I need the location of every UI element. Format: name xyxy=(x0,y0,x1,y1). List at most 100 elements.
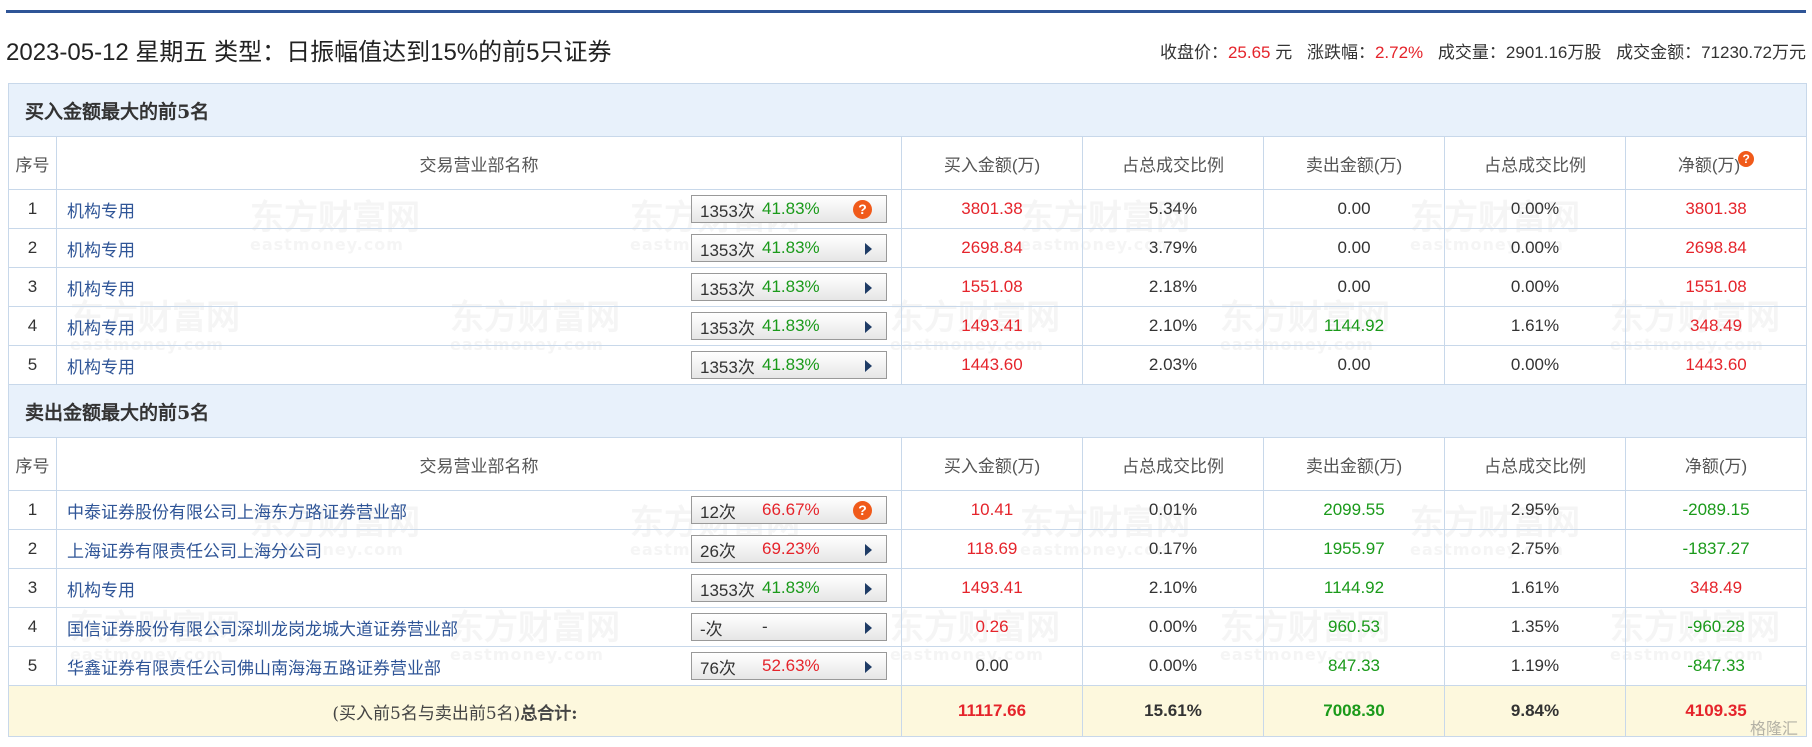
sell-ratio: 1.61% xyxy=(1444,306,1626,346)
broker-cell: 华鑫证券有限责任公司佛山南海海五路证券营业部 76次 52.63% xyxy=(56,646,902,686)
arrow-right-icon[interactable] xyxy=(865,583,872,595)
listing-count: 1353次 xyxy=(700,240,755,260)
column-header-row: 序号 交易营业部名称 买入金额(万) 占总成交比例 卖出金额(万) 占总成交比例 净额(万)… xyxy=(8,136,1808,190)
column-header: 序号 xyxy=(8,136,57,190)
sell-section-title: 卖出金额最大的前5名 xyxy=(7,384,1808,438)
arrow-right-icon[interactable] xyxy=(865,321,872,333)
sell-section-header-row: 卖出金额最大的前5名 xyxy=(7,384,1808,438)
broker-stats-button[interactable]: 1353次 41.83%? xyxy=(691,195,887,223)
win-rate: 41.83% xyxy=(762,578,820,597)
sell-amount: 0.00 xyxy=(1263,345,1445,385)
sell-ratio: 1.19% xyxy=(1444,646,1626,686)
sell-amount: 0.00 xyxy=(1263,267,1445,307)
total-sell-ratio: 9.84% xyxy=(1444,685,1626,737)
broker-stats-button[interactable]: 76次 52.63% xyxy=(691,652,887,680)
help-icon[interactable]: ? xyxy=(1738,150,1755,167)
broker-name-link[interactable]: 上海证券有限责任公司上海分公司 xyxy=(67,537,322,562)
win-rate: - xyxy=(762,617,768,636)
page-header: 2023-05-12 星期五 类型：日振幅值达到15%的前5只证券 收盘价：25… xyxy=(6,30,1806,66)
net-amount: -960.28 xyxy=(1624,607,1808,647)
broker-name-link[interactable]: 机构专用 xyxy=(67,197,135,222)
close-price-label: 收盘价： xyxy=(1159,43,1228,62)
help-icon[interactable]: ? xyxy=(853,200,872,219)
arrow-right-icon[interactable] xyxy=(865,622,872,634)
broker-cell: 机构专用 1353次 41.83% xyxy=(56,267,902,307)
total-buy: 11117.66 xyxy=(901,685,1083,737)
broker-name-link[interactable]: 机构专用 xyxy=(67,353,135,378)
buy-amount: 1443.60 xyxy=(901,345,1083,385)
arrow-right-icon[interactable] xyxy=(865,544,872,556)
net-amount: 1551.08 xyxy=(1624,267,1808,307)
broker-stats-button[interactable]: 1353次 41.83% xyxy=(691,312,887,340)
table-row: 4 国信证券股份有限公司深圳龙岗龙城大道证券营业部 -次 - 0.26 0.00% 960.… xyxy=(8,607,1808,647)
broker-stats-button[interactable]: 1353次 41.83% xyxy=(691,574,887,602)
listing-count: 1353次 xyxy=(700,318,755,338)
column-header: 占总成交比例 xyxy=(1444,437,1626,491)
broker-stats-button[interactable]: -次 - xyxy=(691,613,887,641)
arrow-right-icon[interactable] xyxy=(865,661,872,673)
buy-section-title: 买入金额最大的前5名 xyxy=(7,83,1808,137)
broker-name-link[interactable]: 机构专用 xyxy=(67,275,135,300)
broker-cell: 机构专用 1353次 41.83% xyxy=(56,345,902,385)
sell-ratio: 0.00% xyxy=(1444,228,1626,268)
win-rate: 66.67% xyxy=(762,500,820,519)
sell-ratio: 0.00% xyxy=(1444,267,1626,307)
table-row: 1 机构专用 1353次 41.83%? 3801.38 5.34% 0.00 0.00% 38… xyxy=(8,189,1808,229)
sell-amount: 1144.92 xyxy=(1263,306,1445,346)
buy-amount: 0.26 xyxy=(901,607,1083,647)
buy-section-header-row: 买入金额最大的前5名 xyxy=(7,83,1808,137)
net-amount: 3801.38 xyxy=(1624,189,1808,229)
buy-ratio: 0.17% xyxy=(1082,529,1264,569)
column-header: 卖出金额(万) xyxy=(1263,136,1445,190)
broker-cell: 机构专用 1353次 41.83% xyxy=(56,568,902,608)
net-amount: 1443.60 xyxy=(1624,345,1808,385)
net-amount: -2089.15 xyxy=(1624,490,1808,530)
sell-ratio: 2.75% xyxy=(1444,529,1626,569)
top-divider xyxy=(6,10,1806,13)
broker-stats-button[interactable]: 1353次 41.83% xyxy=(691,273,887,301)
table-row: 3 机构专用 1353次 41.83% 1493.41 2.10% 1144.92 1.61%… xyxy=(8,568,1808,608)
broker-name-link[interactable]: 机构专用 xyxy=(67,576,135,601)
broker-name-link[interactable]: 中泰证券股份有限公司上海东方路证券营业部 xyxy=(67,498,407,523)
column-header: 序号 xyxy=(8,437,57,491)
buy-amount: 0.00 xyxy=(901,646,1083,686)
sell-amount: 847.33 xyxy=(1263,646,1445,686)
buy-ratio: 2.03% xyxy=(1082,345,1264,385)
net-amount: -1837.27 xyxy=(1624,529,1808,569)
listing-count: 12次 xyxy=(700,502,736,522)
broker-stats-button[interactable]: 12次 66.67%? xyxy=(691,496,887,524)
arrow-right-icon[interactable] xyxy=(865,360,872,372)
column-header: 净额(万)? xyxy=(1624,136,1808,190)
broker-name-link[interactable]: 华鑫证券有限责任公司佛山南海海五路证券营业部 xyxy=(67,654,441,679)
net-amount: -847.33 xyxy=(1624,646,1808,686)
total-buy-ratio: 15.61% xyxy=(1082,685,1264,737)
dragon-tiger-table: 买入金额最大的前5名 序号 交易营业部名称 买入金额(万) 占总成交比例 卖出金额(万) 占… xyxy=(7,83,1808,737)
arrow-right-icon[interactable] xyxy=(865,243,872,255)
broker-name-link[interactable]: 机构专用 xyxy=(67,236,135,261)
listing-count: 1353次 xyxy=(700,580,755,600)
help-icon[interactable]: ? xyxy=(853,501,872,520)
table-row: 3 机构专用 1353次 41.83% 1551.08 2.18% 0.00 0.00% 155… xyxy=(8,267,1808,307)
buy-amount: 10.41 xyxy=(901,490,1083,530)
broker-stats-button[interactable]: 26次 69.23% xyxy=(691,535,887,563)
total-sell: 7008.30 xyxy=(1263,685,1445,737)
listing-count: 26次 xyxy=(700,541,736,561)
broker-name-link[interactable]: 机构专用 xyxy=(67,314,135,339)
row-index: 2 xyxy=(8,529,57,569)
broker-stats-button[interactable]: 1353次 41.83% xyxy=(691,351,887,379)
broker-stats-button[interactable]: 1353次 41.83% xyxy=(691,234,887,262)
buy-ratio: 2.10% xyxy=(1082,306,1264,346)
buy-amount: 118.69 xyxy=(901,529,1083,569)
arrow-right-icon[interactable] xyxy=(865,282,872,294)
listing-count: 1353次 xyxy=(700,357,755,377)
table-row: 1 中泰证券股份有限公司上海东方路证券营业部 12次 66.67%? 10.41 0.01… xyxy=(8,490,1808,530)
net-amount: 348.49 xyxy=(1624,568,1808,608)
amount-value: 71230.72万元 xyxy=(1701,43,1806,62)
broker-name-link[interactable]: 国信证券股份有限公司深圳龙岗龙城大道证券营业部 xyxy=(67,615,458,640)
sell-amount: 0.00 xyxy=(1263,228,1445,268)
buy-amount: 3801.38 xyxy=(901,189,1083,229)
sell-ratio: 0.00% xyxy=(1444,189,1626,229)
volume-value: 2901.16万股 xyxy=(1505,43,1602,62)
broker-cell: 机构专用 1353次 41.83% xyxy=(56,306,902,346)
row-index: 2 xyxy=(8,228,57,268)
